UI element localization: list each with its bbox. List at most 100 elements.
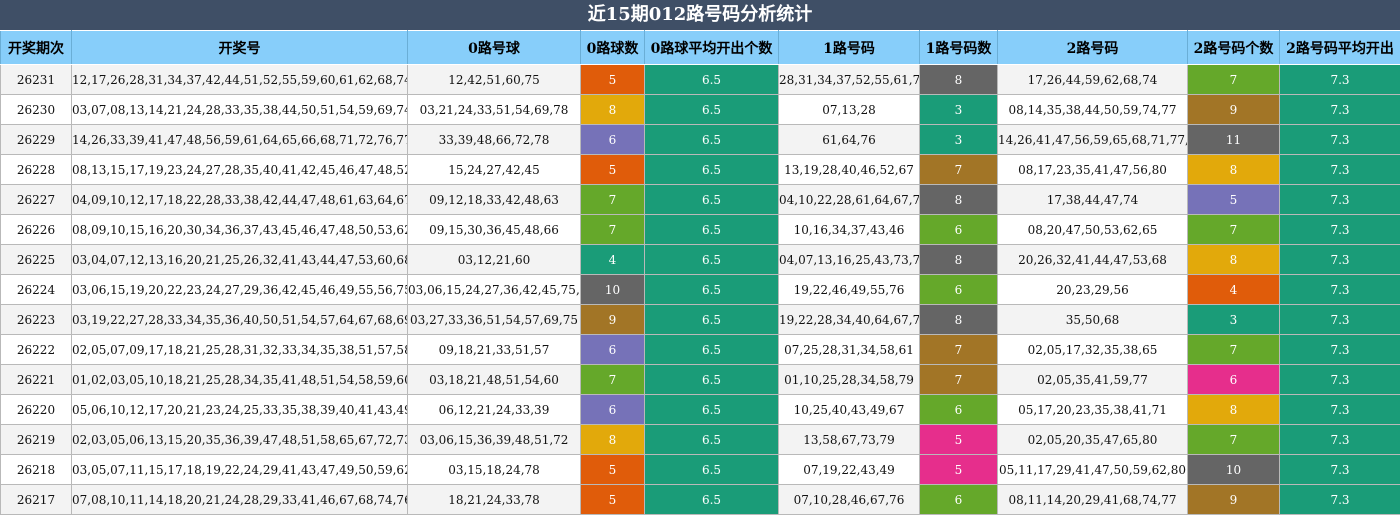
col-header-r2-avg: 2路号码平均开出 (1279, 30, 1400, 65)
cell-r2: 05,17,20,23,35,38,41,71 (997, 394, 1188, 425)
col-header-r1: 1路号码 (778, 30, 920, 65)
col-header-r0: 0路号球 (407, 30, 581, 65)
cell-r0: 03,12,21,60 (407, 244, 581, 275)
cell-r1-count: 6 (919, 274, 998, 305)
cell-r0-count: 5 (580, 484, 645, 515)
cell-r1: 07,10,28,46,67,76 (778, 484, 920, 515)
table-row: 26229 14,26,33,39,41,47,48,56,59,61,64,65… (0, 124, 1400, 155)
cell-r2-avg: 7.3 (1279, 484, 1400, 515)
cell-issue: 26217 (0, 484, 72, 515)
col-header-r0-avg: 0路球平均开出个数 (644, 30, 779, 65)
cell-issue: 26221 (0, 364, 72, 395)
cell-draw: 04,09,10,12,17,18,22,28,33,38,42,44,47,4… (71, 184, 408, 215)
cell-r0: 03,15,18,24,78 (407, 454, 581, 485)
cell-r1: 07,25,28,31,34,58,61 (778, 334, 920, 365)
cell-r0: 12,42,51,60,75 (407, 64, 581, 95)
cell-issue: 26228 (0, 154, 72, 185)
cell-r1-count: 6 (919, 484, 998, 515)
table-row: 26221 01,02,03,05,10,18,21,25,28,34,35,41… (0, 364, 1400, 395)
cell-draw: 03,05,07,11,15,17,18,19,22,24,29,41,43,4… (71, 454, 408, 485)
cell-draw: 08,09,10,15,16,20,30,34,36,37,43,45,46,4… (71, 214, 408, 245)
cell-r0-avg: 6.5 (644, 154, 779, 185)
cell-r2-count: 11 (1187, 124, 1280, 155)
table-row: 26219 02,03,05,06,13,15,20,35,36,39,47,48… (0, 424, 1400, 455)
cell-r0-avg: 6.5 (644, 424, 779, 455)
cell-r0-avg: 6.5 (644, 484, 779, 515)
cell-issue: 26218 (0, 454, 72, 485)
cell-r2-count: 9 (1187, 94, 1280, 125)
cell-r2-avg: 7.3 (1279, 184, 1400, 215)
cell-r2-avg: 7.3 (1279, 304, 1400, 335)
cell-r0: 03,06,15,36,39,48,51,72 (407, 424, 581, 455)
col-header-r2-count: 2路号码个数 (1187, 30, 1280, 65)
cell-r0-count: 6 (580, 394, 645, 425)
cell-r1: 01,10,25,28,34,58,79 (778, 364, 920, 395)
col-header-r0-count: 0路球数 (580, 30, 645, 65)
cell-draw: 01,02,03,05,10,18,21,25,28,34,35,41,48,5… (71, 364, 408, 395)
cell-r0-count: 7 (580, 364, 645, 395)
cell-r0: 03,18,21,48,51,54,60 (407, 364, 581, 395)
cell-r0-count: 5 (580, 454, 645, 485)
cell-r0-count: 6 (580, 124, 645, 155)
cell-r2-count: 7 (1187, 334, 1280, 365)
table-title: 近15期012路号码分析统计 (0, 0, 1400, 30)
cell-draw: 03,04,07,12,13,16,20,21,25,26,32,41,43,4… (71, 244, 408, 275)
cell-r0-avg: 6.5 (644, 214, 779, 245)
cell-r1: 04,10,22,28,61,64,67,73 (778, 184, 920, 215)
cell-r0: 03,06,15,24,27,36,42,45,75,78 (407, 274, 581, 305)
cell-draw: 08,13,15,17,19,23,24,27,28,35,40,41,42,4… (71, 154, 408, 185)
cell-r2: 35,50,68 (997, 304, 1188, 335)
cell-r2: 17,26,44,59,62,68,74 (997, 64, 1188, 95)
cell-issue: 26226 (0, 214, 72, 245)
cell-r1-count: 8 (919, 304, 998, 335)
cell-r0-count: 10 (580, 274, 645, 305)
cell-r2: 02,05,20,35,47,65,80 (997, 424, 1188, 455)
cell-r1-count: 3 (919, 124, 998, 155)
cell-r2-count: 3 (1187, 304, 1280, 335)
cell-r1: 28,31,34,37,52,55,61,79 (778, 64, 920, 95)
cell-r1: 10,25,40,43,49,67 (778, 394, 920, 425)
cell-r2: 08,20,47,50,53,62,65 (997, 214, 1188, 245)
cell-r0-avg: 6.5 (644, 334, 779, 365)
cell-r0-count: 9 (580, 304, 645, 335)
cell-r1-count: 8 (919, 64, 998, 95)
cell-draw: 07,08,10,11,14,18,20,21,24,28,29,33,41,4… (71, 484, 408, 515)
cell-r0-avg: 6.5 (644, 184, 779, 215)
cell-r0-count: 6 (580, 334, 645, 365)
cell-r2-avg: 7.3 (1279, 424, 1400, 455)
cell-r0: 09,18,21,33,51,57 (407, 334, 581, 365)
cell-r0: 03,27,33,36,51,54,57,69,75 (407, 304, 581, 335)
cell-draw: 14,26,33,39,41,47,48,56,59,61,64,65,66,6… (71, 124, 408, 155)
table-row: 26227 04,09,10,12,17,18,22,28,33,38,42,44… (0, 184, 1400, 215)
cell-r0: 15,24,27,42,45 (407, 154, 581, 185)
cell-r1: 04,07,13,16,25,43,73,76 (778, 244, 920, 275)
cell-r2-avg: 7.3 (1279, 364, 1400, 395)
table-row: 26218 03,05,07,11,15,17,18,19,22,24,29,41… (0, 454, 1400, 485)
cell-issue: 26224 (0, 274, 72, 305)
cell-issue: 26220 (0, 394, 72, 425)
cell-issue: 26231 (0, 64, 72, 95)
cell-r2: 20,26,32,41,44,47,53,68 (997, 244, 1188, 275)
col-header-r1-count: 1路号码数 (919, 30, 998, 65)
cell-r1-count: 5 (919, 454, 998, 485)
cell-r2-avg: 7.3 (1279, 124, 1400, 155)
cell-issue: 26225 (0, 244, 72, 275)
cell-r2-avg: 7.3 (1279, 94, 1400, 125)
cell-r1-count: 6 (919, 214, 998, 245)
cell-r0-avg: 6.5 (644, 364, 779, 395)
cell-r0-avg: 6.5 (644, 64, 779, 95)
cell-r2: 08,14,35,38,44,50,59,74,77 (997, 94, 1188, 125)
cell-r1: 61,64,76 (778, 124, 920, 155)
cell-r0-avg: 6.5 (644, 274, 779, 305)
cell-r0-avg: 6.5 (644, 304, 779, 335)
cell-r1-count: 8 (919, 184, 998, 215)
cell-r2-count: 8 (1187, 244, 1280, 275)
cell-r2: 02,05,17,32,35,38,65 (997, 334, 1188, 365)
cell-r2: 14,26,41,47,56,59,65,68,71,77,80 (997, 124, 1188, 155)
cell-r0: 06,12,21,24,33,39 (407, 394, 581, 425)
cell-r0-count: 4 (580, 244, 645, 275)
cell-r1: 19,22,46,49,55,76 (778, 274, 920, 305)
cell-r2: 20,23,29,56 (997, 274, 1188, 305)
cell-r0: 03,21,24,33,51,54,69,78 (407, 94, 581, 125)
cell-r1: 13,19,28,40,46,52,67 (778, 154, 920, 185)
